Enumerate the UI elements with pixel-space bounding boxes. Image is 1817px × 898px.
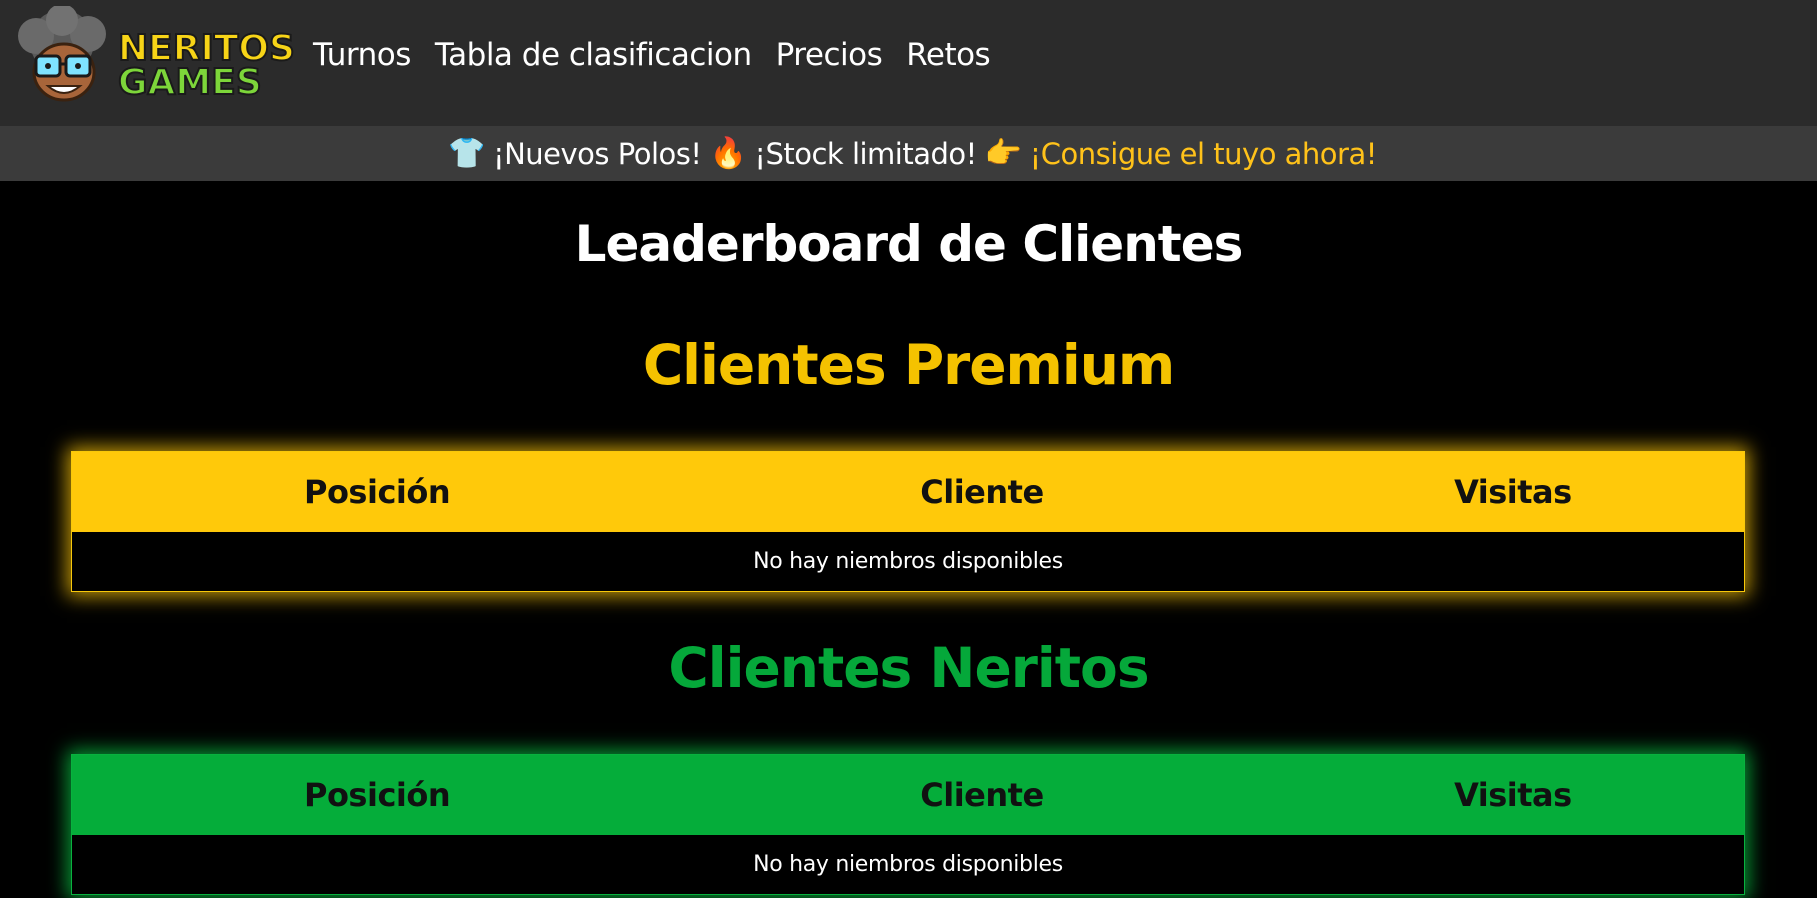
premium-section-title: Clientes Premium <box>642 333 1175 397</box>
nav-link-turnos[interactable]: Turnos <box>313 30 411 80</box>
shirt-icon: 👕 <box>448 136 485 171</box>
logo-line-1: NERITOS <box>117 28 296 69</box>
mascot-logo-icon <box>18 4 106 102</box>
neritos-leaderboard-table: Posición Cliente Visitas No hay niembros… <box>71 754 1745 895</box>
main-nav: Turnos Tabla de clasificacion Precios Re… <box>313 30 1014 80</box>
nav-link-tabla-de-clasificacion[interactable]: Tabla de clasificacion <box>435 30 752 80</box>
table-row: No hay niembros disponibles <box>71 531 1745 592</box>
promo-text-limited-stock: ¡Stock limitado! <box>754 136 977 171</box>
table-header-row: Posición Cliente Visitas <box>71 451 1745 532</box>
column-header-client: Cliente <box>682 754 1282 835</box>
neritos-section-title: Clientes Neritos <box>668 636 1149 700</box>
logo-link[interactable]: NERITOS GAMES <box>14 4 296 112</box>
logo-wordmark: NERITOS GAMES <box>117 28 296 103</box>
pointing-hand-icon: 👉 <box>984 136 1022 171</box>
page-title: Leaderboard de Clientes <box>574 215 1244 273</box>
empty-message: No hay niembros disponibles <box>71 531 1745 592</box>
premium-leaderboard-table: Posición Cliente Visitas No hay niembros… <box>71 451 1745 592</box>
promo-banner: 👕 ¡Nuevos Polos! 🔥 ¡Stock limitado! 👉 ¡C… <box>0 126 1817 181</box>
navbar: NERITOS GAMES Turnos Tabla de clasificac… <box>0 0 1817 126</box>
nav-link-retos[interactable]: Retos <box>906 30 991 80</box>
empty-message: No hay niembros disponibles <box>71 834 1745 895</box>
promo-cta-link[interactable]: ¡Consigue el tuyo ahora! <box>1030 137 1378 171</box>
column-header-position: Posición <box>71 754 683 835</box>
column-header-position: Posición <box>71 451 683 532</box>
table-header-row: Posición Cliente Visitas <box>71 754 1745 835</box>
logo-line-2: GAMES <box>117 62 263 103</box>
fire-icon: 🔥 <box>709 136 747 171</box>
column-header-visits: Visitas <box>1281 754 1745 835</box>
column-header-visits: Visitas <box>1281 451 1745 532</box>
promo-text-new-shirts: ¡Nuevos Polos! <box>492 136 702 171</box>
column-header-client: Cliente <box>682 451 1282 532</box>
table-row: No hay niembros disponibles <box>71 834 1745 895</box>
nav-link-precios[interactable]: Precios <box>776 30 883 80</box>
